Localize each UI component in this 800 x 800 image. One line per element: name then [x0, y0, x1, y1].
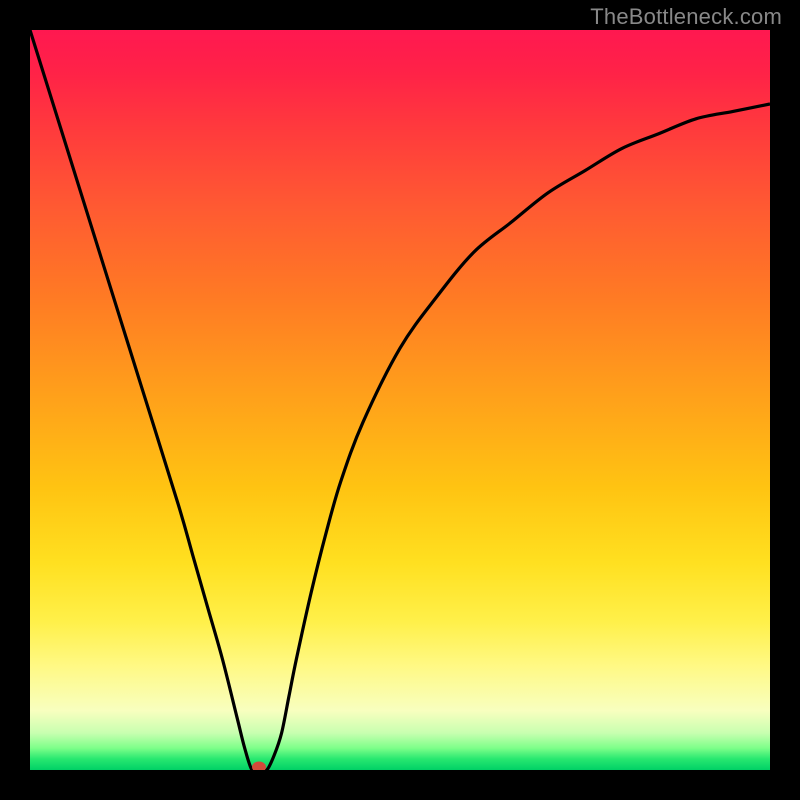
watermark-text: TheBottleneck.com	[590, 4, 782, 30]
plot-area	[30, 30, 770, 770]
bottleneck-curve	[30, 30, 770, 770]
chart-stage: TheBottleneck.com	[0, 0, 800, 800]
minimum-marker-dot	[252, 762, 266, 771]
